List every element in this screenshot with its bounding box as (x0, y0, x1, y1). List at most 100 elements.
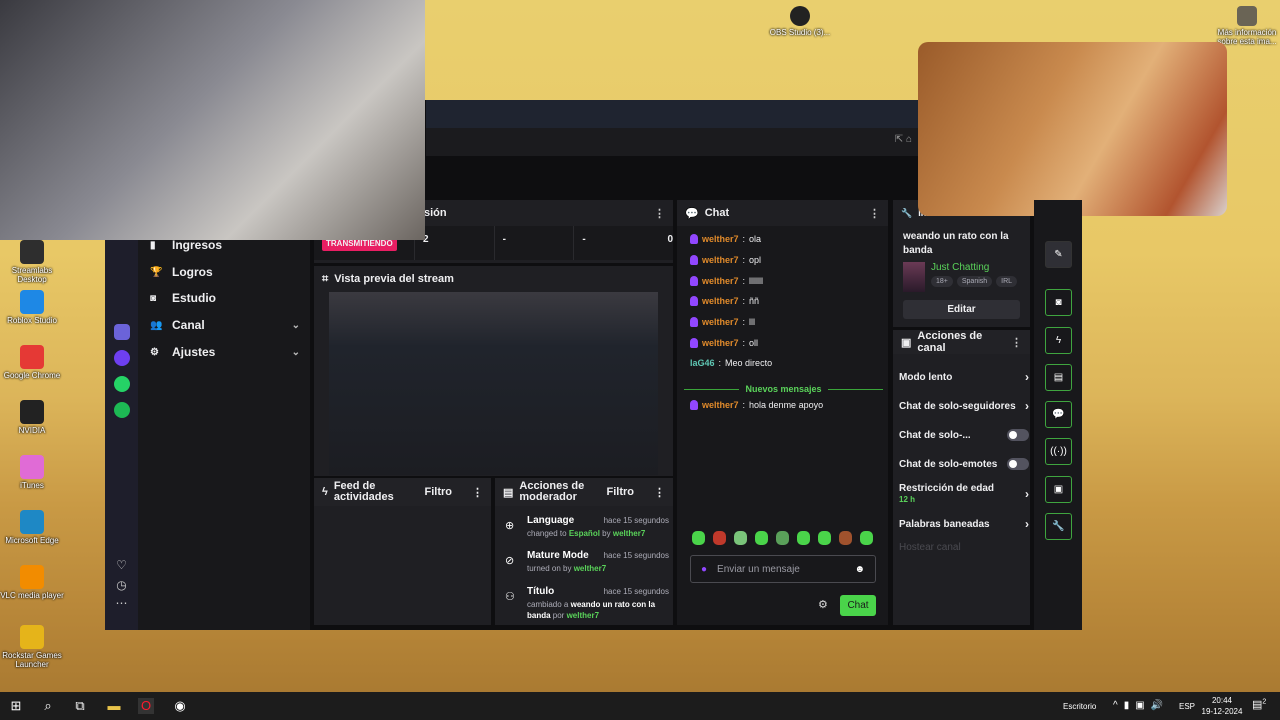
more-icon[interactable]: ⋯ (105, 596, 138, 610)
emote-icon[interactable] (755, 531, 768, 545)
obs-taskbar-icon[interactable]: ◉ (172, 698, 188, 714)
tag[interactable]: IRL (996, 276, 1017, 287)
desktop-icon[interactable]: Streamlabs Desktop (0, 240, 67, 284)
chat-username[interactable]: welther7 (702, 317, 739, 327)
subs-only-toggle[interactable] (1007, 429, 1029, 441)
chat-username[interactable]: welther7 (702, 296, 739, 306)
messenger-icon[interactable] (114, 350, 130, 366)
chat-username[interactable]: laG46 (690, 358, 715, 368)
desktop-icon[interactable]: iTunes (0, 455, 67, 490)
home-icon[interactable]: ⌂ (906, 134, 912, 145)
sidebar-item-logros[interactable]: 🏆Logros (150, 265, 300, 279)
heart-icon[interactable]: ♡ (105, 558, 138, 572)
chat-send-button[interactable]: Chat (840, 595, 876, 616)
desktop-icon[interactable]: Google Chrome (0, 345, 67, 380)
chat-input[interactable]: ●Enviar un mensaje☻ (690, 555, 876, 583)
chat-message[interactable]: laG46:Meo directo (690, 358, 772, 368)
task-view-icon[interactable]: ⧉ (72, 698, 88, 714)
desktop-icon[interactable]: Rockstar Games Launcher (0, 625, 67, 669)
emote-icon[interactable] (692, 531, 705, 545)
chat-settings-icon[interactable]: ⚙ (818, 598, 828, 611)
emote-icon[interactable] (797, 531, 810, 545)
chat-message[interactable]: welther7:opl (690, 255, 761, 265)
mod-action-text: changed to (527, 529, 569, 538)
emote-icon[interactable] (776, 531, 789, 545)
channel-icon[interactable]: ▣ (1045, 476, 1072, 503)
emote-icon[interactable] (860, 531, 873, 545)
opera-icon[interactable]: O (138, 698, 154, 714)
followers-only-item[interactable]: Chat de solo-seguidores› (899, 399, 1029, 413)
edit-button[interactable]: Editar (903, 300, 1020, 319)
edit-pencil-icon[interactable]: ✎ (1045, 241, 1072, 268)
desktop-icon[interactable]: VLC media player (0, 565, 67, 600)
action-label: Restricción de edad (899, 483, 994, 494)
mod-action-user[interactable]: welther7 (574, 564, 606, 573)
desktop-toolbar[interactable]: Escritorio (1063, 702, 1096, 711)
desktop-info-icon[interactable]: Más información sobre esta ima... (1212, 6, 1280, 46)
preview-icon[interactable]: ◙ (1045, 289, 1072, 316)
mod-action-user[interactable]: welther7 (567, 611, 599, 620)
tray-icons[interactable]: ^▮▣🔊 (1113, 700, 1169, 711)
sidebar-item-ajustes[interactable]: ⚙Ajustes⌄ (150, 345, 300, 359)
more-options-icon[interactable]: ⋮ (654, 486, 665, 499)
chat-message[interactable]: welther7:oll (690, 338, 758, 348)
category-link[interactable]: Just Chatting (931, 262, 1017, 273)
emote-icon[interactable] (734, 531, 747, 545)
windows-start-icon[interactable]: ⊞ (8, 698, 24, 714)
chat-message[interactable]: welther7:lllllll (690, 276, 763, 286)
more-options-icon[interactable]: ⋮ (869, 207, 880, 220)
mod-action-user[interactable]: welther7 (613, 529, 645, 538)
more-options-icon[interactable]: ⋮ (472, 486, 483, 499)
chat-username[interactable]: welther7 (702, 276, 739, 286)
emote-icon[interactable] (818, 531, 831, 545)
wrench-icon[interactable]: 🔧 (1045, 513, 1072, 540)
desktop-icon[interactable]: Microsoft Edge (0, 510, 67, 545)
emote-icon[interactable] (839, 531, 852, 545)
age-restriction-item[interactable]: Restricción de edad12 h› (899, 483, 1029, 505)
sidebar-item-canal[interactable]: 👥Canal⌄ (150, 318, 300, 332)
search-icon[interactable]: ⌕ (40, 698, 56, 714)
clock-icon[interactable]: ◷ (105, 578, 138, 592)
slow-mode-item[interactable]: Modo lento› (899, 370, 1029, 384)
notifications-icon[interactable]: ▤2 (1252, 698, 1266, 711)
log-icon[interactable]: ▤ (1045, 364, 1072, 391)
tag[interactable]: Spanish (957, 276, 992, 287)
sidebar-item-estudio[interactable]: ◙Estudio (150, 291, 300, 305)
desktop-icon-obs[interactable]: OBS Studio (3)... (765, 6, 835, 37)
mic-icon[interactable]: ● (701, 564, 707, 575)
whatsapp-icon[interactable] (114, 376, 130, 392)
banned-words-item[interactable]: Palabras baneadas› (899, 517, 1029, 531)
chat-message[interactable]: welther7:hola denme apoyo (690, 400, 823, 410)
chat-message[interactable]: welther7:ññ (690, 296, 759, 306)
chat-message[interactable]: welther7:ola (690, 234, 761, 244)
filter-button[interactable]: Filtro (607, 486, 635, 498)
chat-username[interactable]: welther7 (702, 234, 739, 244)
broadcast-icon[interactable]: ((·)) (1045, 438, 1072, 465)
preview-title: Vista previa del stream (334, 273, 454, 285)
chat-username[interactable]: welther7 (702, 400, 739, 410)
filter-button[interactable]: Filtro (425, 486, 453, 498)
sidebar-item-ingresos[interactable]: ▮Ingresos (150, 238, 300, 252)
age-value: 12 h (899, 495, 915, 504)
desktop-icon[interactable]: NVIDIA (0, 400, 67, 435)
stream-preview-video[interactable] (329, 292, 658, 475)
chat-icon[interactable]: 💬 (1045, 401, 1072, 428)
app-icon[interactable] (114, 324, 130, 340)
chat-username[interactable]: welther7 (702, 255, 739, 265)
tag[interactable]: 18+ (931, 276, 953, 287)
bolt-icon[interactable]: ϟ (1045, 327, 1072, 354)
share-icon[interactable]: ⇱ (895, 134, 903, 145)
clock[interactable]: 20:4419-12-2024 (1200, 695, 1244, 717)
chat-username[interactable]: welther7 (702, 338, 739, 348)
emotes-only-toggle[interactable] (1007, 458, 1029, 470)
separator: : (719, 358, 722, 368)
more-options-icon[interactable]: ⋮ (1011, 336, 1022, 349)
chat-message[interactable]: welther7:lll (690, 317, 755, 327)
emote-icon[interactable] (713, 531, 726, 545)
file-explorer-icon[interactable]: ▬ (106, 698, 122, 714)
spotify-icon[interactable] (114, 402, 130, 418)
desktop-icon[interactable]: Roblox Studio (0, 290, 67, 325)
emote-picker-icon[interactable]: ☻ (854, 564, 865, 575)
more-options-icon[interactable]: ⋮ (654, 207, 665, 220)
language-indicator[interactable]: ESP (1179, 702, 1195, 711)
